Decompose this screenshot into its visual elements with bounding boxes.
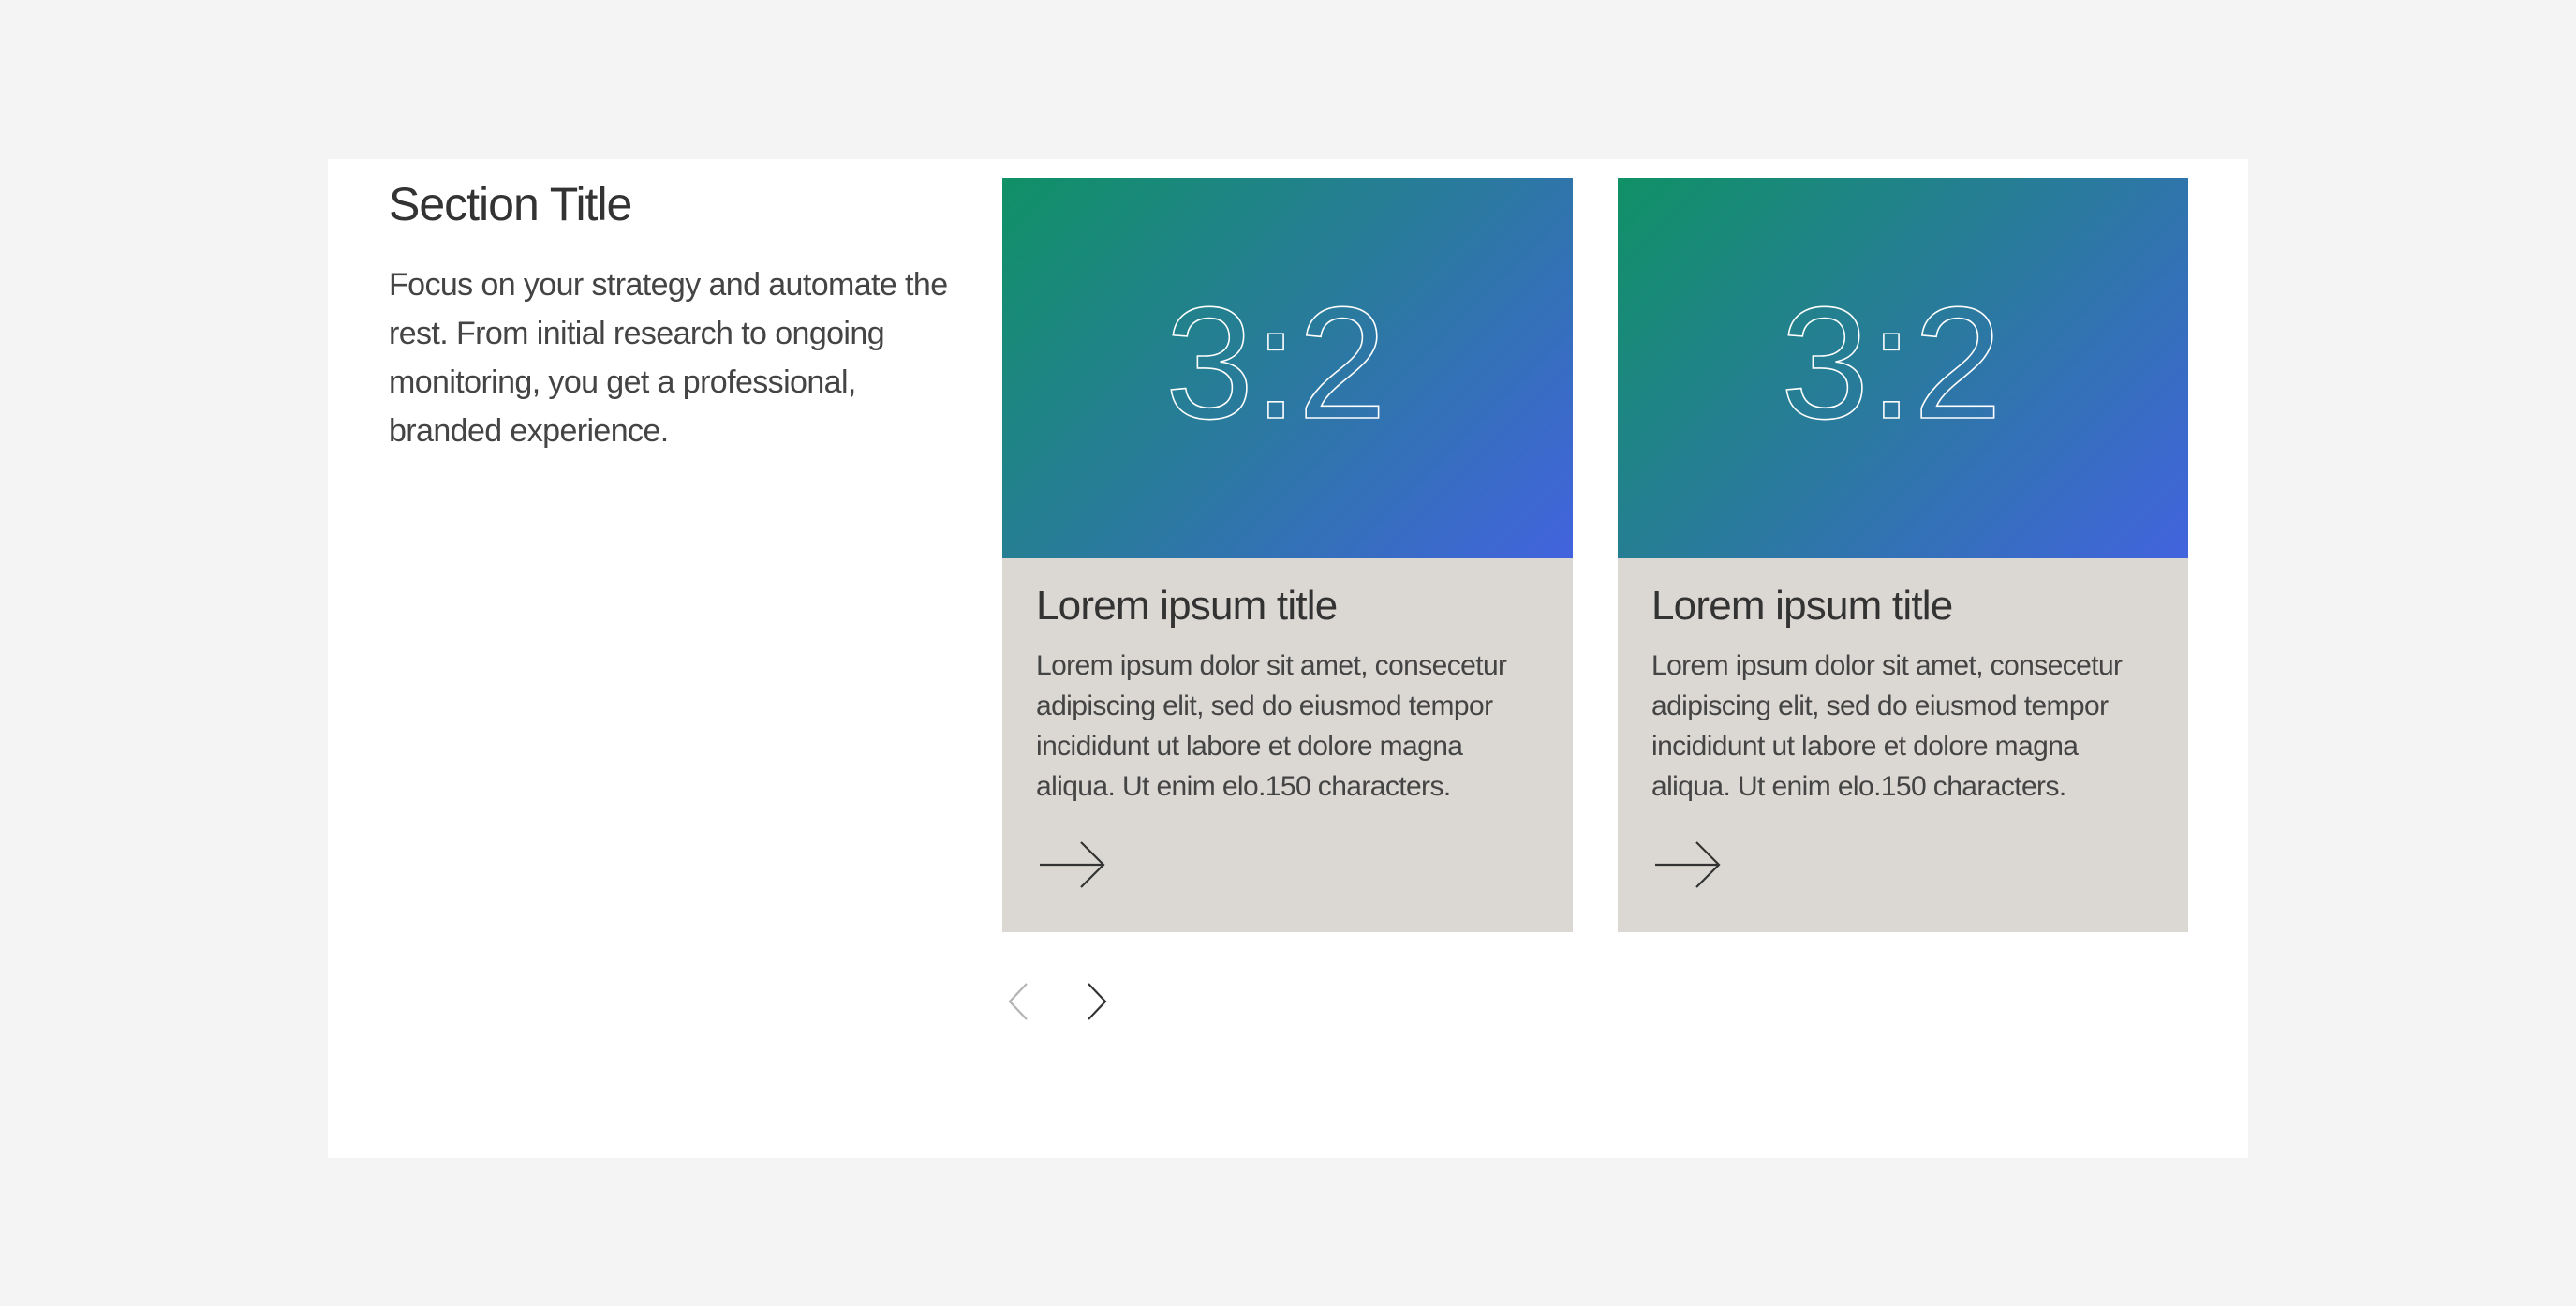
card-image: 3:2 [1618, 178, 2188, 558]
card-text: Lorem ipsum dolor sit amet, consecetur a… [1036, 650, 1507, 803]
aspect-ratio-label: 3:2 [1781, 275, 2002, 453]
aspect-ratio-label: 3:2 [1165, 275, 1386, 453]
section-title: Section Title [389, 178, 632, 230]
card-body: Lorem ipsum title Lorem ipsum dolor sit … [1036, 558, 1523, 807]
card-text: Lorem ipsum dolor sit amet, consecetur a… [1651, 650, 2123, 803]
card-title: Lorem ipsum title [1036, 583, 1338, 629]
aspect-ratio-placeholder: 3:2 [1164, 274, 1387, 453]
card-image: 3:2 [1002, 178, 1573, 558]
card[interactable]: 3:2 Lorem ipsum title Lorem ipsum dolor … [1002, 178, 1573, 932]
chevron-left-icon[interactable] [1002, 980, 1040, 1023]
carousel-navigation [1002, 963, 1152, 1038]
section-description: Focus on your strategy and automate the … [389, 267, 948, 449]
card[interactable]: 3:2 Lorem ipsum title Lorem ipsum dolor … [1618, 178, 2188, 932]
arrow-right-icon[interactable] [1653, 839, 1723, 890]
card-title: Lorem ipsum title [1651, 583, 1953, 629]
content-panel: Section Title Focus on your strategy and… [328, 159, 2248, 1158]
arrow-right-icon[interactable] [1038, 839, 1107, 890]
aspect-ratio-placeholder: 3:2 [1780, 274, 2003, 453]
card-body: Lorem ipsum title Lorem ipsum dolor sit … [1651, 558, 2139, 807]
chevron-right-icon[interactable] [1075, 980, 1113, 1023]
section-intro: Section Title Focus on your strategy and… [389, 176, 951, 455]
